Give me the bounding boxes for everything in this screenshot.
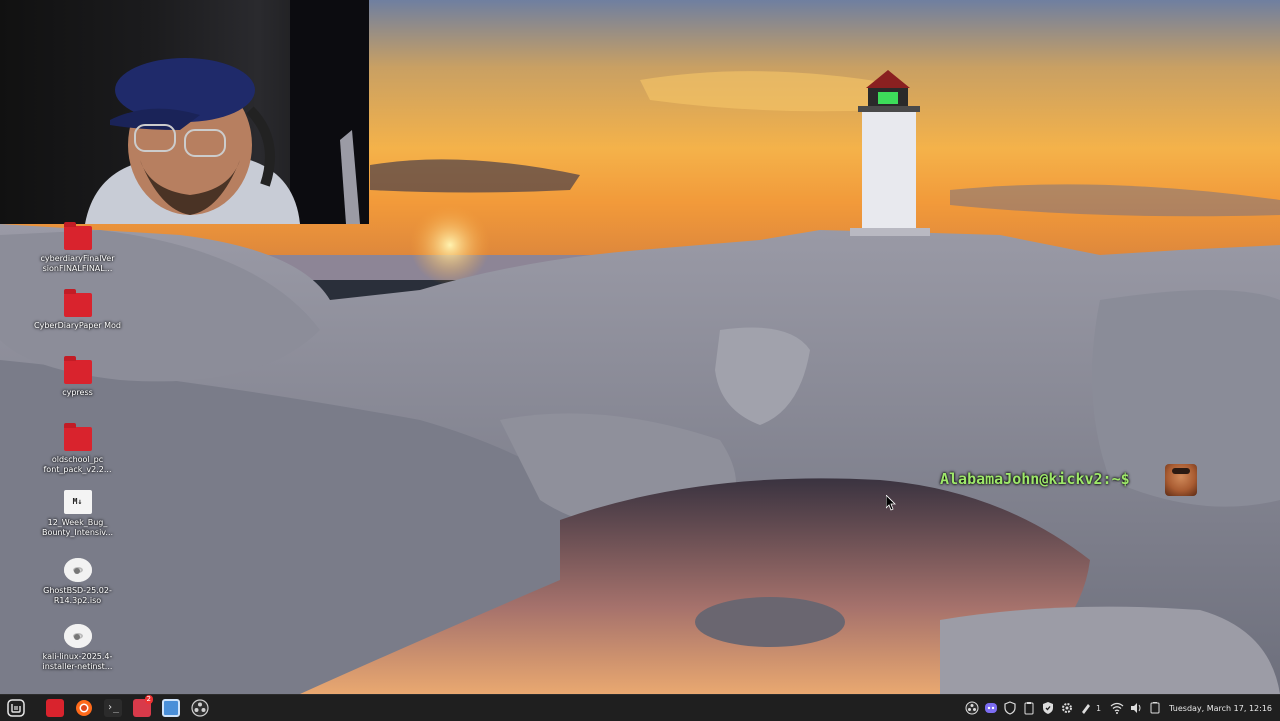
obs-icon bbox=[191, 699, 209, 717]
desktop-icon-label: 12_Week_Bug_ Bounty_Intensiv... bbox=[41, 518, 114, 537]
obs-tray-icon[interactable] bbox=[964, 700, 980, 716]
system-tray: 1 Tuesday, March 17, 12:16 bbox=[961, 695, 1280, 721]
clipboard-tray-icon[interactable] bbox=[1021, 700, 1037, 716]
volume-icon[interactable] bbox=[1128, 700, 1144, 716]
desktop-icon-font-pack[interactable]: oldschool_pc font_pack_v2.2... bbox=[30, 423, 125, 475]
wifi-icon[interactable] bbox=[1109, 700, 1125, 716]
shield-tray-icon[interactable] bbox=[1002, 700, 1018, 716]
desktop-icon-label: kali-linux-2025.4- installer-netinst... bbox=[42, 652, 113, 671]
desktop-icon-cypress[interactable]: cypress bbox=[30, 356, 125, 398]
settings-tray-icon[interactable] bbox=[1059, 700, 1075, 716]
taskbar-browser-button[interactable] bbox=[158, 695, 184, 721]
prompt-avatar-icon bbox=[1165, 464, 1197, 496]
discord-tray-icon[interactable] bbox=[983, 700, 999, 716]
terminal-icon: ›_ bbox=[104, 699, 122, 717]
network-activity-tray-icon[interactable] bbox=[1078, 700, 1094, 716]
taskbar-clock[interactable]: Tuesday, March 17, 12:16 bbox=[1169, 704, 1272, 713]
power-icon[interactable] bbox=[1147, 700, 1163, 716]
mint-menu-icon bbox=[7, 699, 25, 717]
workspace-count[interactable]: 1 bbox=[1096, 704, 1101, 713]
desktop-icon-bug-bounty-md[interactable]: M↓ 12_Week_Bug_ Bounty_Intensiv... bbox=[30, 488, 125, 538]
folder-icon bbox=[63, 423, 92, 451]
desktop-icon-cyberdiary-papermod[interactable]: CyberDiaryPaper Mod bbox=[30, 289, 125, 331]
desktop-icon-label: GhostBSD-25.02- R14.3p2.iso bbox=[43, 586, 112, 605]
webcam-overlay bbox=[0, 0, 369, 224]
folder-icon bbox=[63, 356, 92, 384]
desktop-prompt-text: AlabamaJohn@kickv2:~$ bbox=[940, 470, 1130, 488]
disc-image-icon bbox=[63, 558, 92, 582]
desktop-icon-ghostbsd-iso[interactable]: GhostBSD-25.02- R14.3p2.iso bbox=[30, 556, 125, 606]
disc-image-icon bbox=[63, 624, 92, 648]
desktop-icon-label: oldschool_pc font_pack_v2.2... bbox=[43, 455, 112, 474]
firefox-icon bbox=[76, 700, 92, 716]
folder-icon bbox=[46, 699, 64, 717]
taskbar-firefox-button[interactable] bbox=[71, 695, 97, 721]
desktop-icon-label: CyberDiaryPaper Mod bbox=[34, 321, 121, 330]
mouse-cursor-icon bbox=[886, 495, 896, 511]
browser-window-icon bbox=[162, 699, 180, 717]
folder-icon bbox=[63, 222, 92, 250]
mint-menu-button[interactable] bbox=[3, 695, 29, 721]
taskbar: ›_ 2 1 Tuesday, March 17, 12:16 bbox=[0, 694, 1280, 721]
desktop-icon-cyberdiary-final[interactable]: cyberdiaryFinalVer sionFINALFINAL... bbox=[30, 222, 125, 274]
desktop-icon-label: cypress bbox=[62, 388, 93, 397]
taskbar-obs-button[interactable] bbox=[187, 695, 213, 721]
taskbar-terminal-button[interactable]: ›_ bbox=[100, 695, 126, 721]
notification-badge: 2 bbox=[144, 695, 153, 704]
taskbar-image-viewer-button[interactable]: 2 bbox=[129, 695, 155, 721]
folder-icon bbox=[63, 289, 92, 317]
markdown-file-icon: M↓ bbox=[63, 490, 92, 514]
update-manager-tray-icon[interactable] bbox=[1040, 700, 1056, 716]
taskbar-files-button[interactable] bbox=[42, 695, 68, 721]
desktop-icon-label: cyberdiaryFinalVer sionFINALFINAL... bbox=[40, 254, 115, 273]
desktop-icon-kali-iso[interactable]: kali-linux-2025.4- installer-netinst... bbox=[30, 622, 125, 672]
